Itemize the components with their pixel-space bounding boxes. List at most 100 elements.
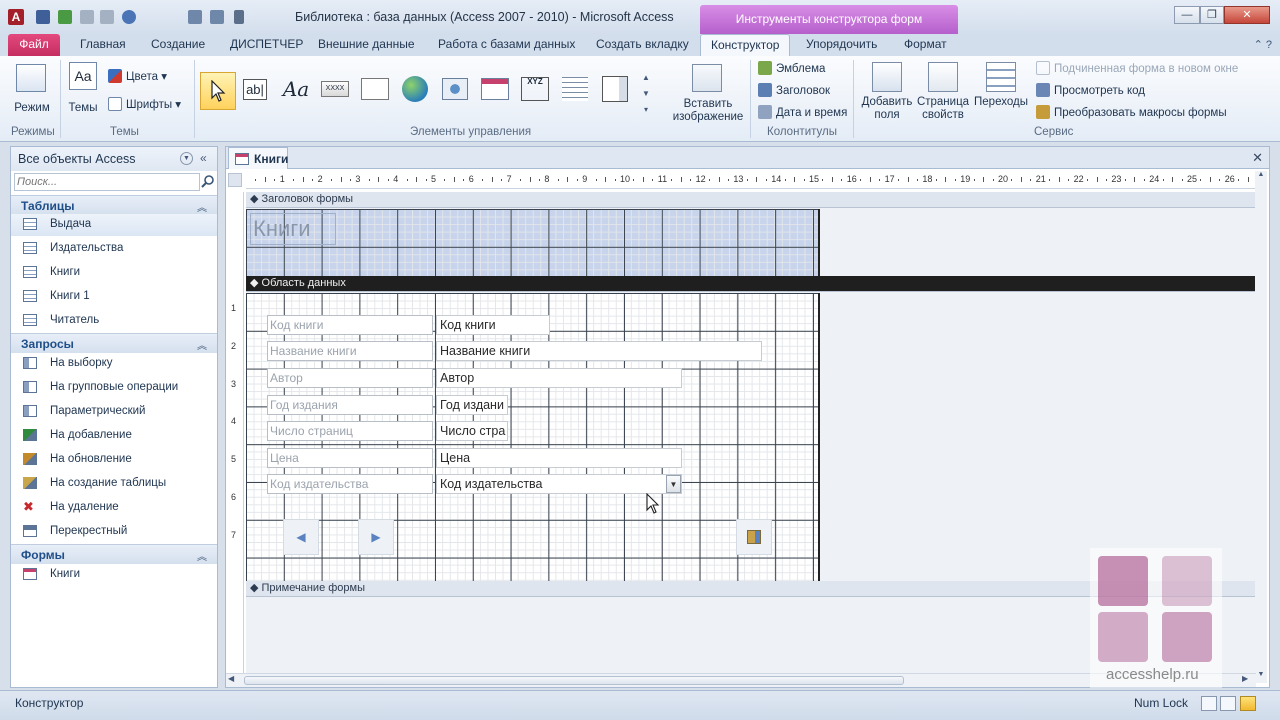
nav-query-item[interactable]: На добавление [11, 425, 217, 447]
nav-section-tables[interactable]: Таблицы ︽ [11, 195, 217, 215]
nav-section-forms[interactable]: Формы ︽ [11, 544, 217, 564]
nav-table-item[interactable]: Книги 1 [11, 286, 217, 308]
form-view-icon[interactable] [1201, 696, 1217, 711]
label-control-button[interactable]: Aa [281, 74, 311, 104]
vertical-scrollbar[interactable]: ▲ ▼ [1255, 171, 1267, 683]
tab-external-data[interactable]: Внешние данные [308, 34, 425, 56]
scroll-down-arrow[interactable]: ▼ [1255, 671, 1267, 683]
add-fields-button[interactable]: Добавить поля [858, 60, 916, 122]
colors-button[interactable]: Цвета ▾ [108, 68, 167, 86]
view-button[interactable]: Режим [10, 62, 54, 120]
collapse-chevron-icon[interactable]: ︽ [197, 199, 207, 214]
convert-macros-button[interactable]: Преобразовать макросы формы [1036, 104, 1227, 122]
nav-query-item[interactable]: На обновление [11, 449, 217, 471]
nav-table-item[interactable]: Читатель [11, 310, 217, 332]
design-view-icon[interactable] [1240, 696, 1256, 711]
nav-query-item[interactable]: На создание таблицы [11, 473, 217, 495]
field-label-pages[interactable]: Число страниц [267, 421, 433, 441]
minimize-button[interactable]: — [1174, 6, 1200, 24]
scroll-up-arrow[interactable]: ▲ [1255, 171, 1267, 183]
next-record-button[interactable]: ▶ [358, 519, 394, 555]
detail-grid[interactable]: Код книги Код книги Название книги Назва… [246, 293, 820, 581]
textbox-pages[interactable]: Число стра [436, 421, 508, 441]
subform-new-window-button[interactable]: Подчиненная форма в новом окне [1036, 60, 1238, 78]
nav-table-item[interactable]: Издательства [11, 238, 217, 260]
scroll-right-arrow[interactable]: ▶ [1242, 674, 1248, 683]
field-label-price[interactable]: Цена [267, 448, 433, 468]
tab-format[interactable]: Формат [894, 34, 957, 56]
tab-order-button[interactable]: Переходы [972, 60, 1030, 122]
tab-home[interactable]: Главная [70, 34, 136, 56]
nav-section-queries[interactable]: Запросы ︽ [11, 333, 217, 353]
help-icon[interactable]: ⌃ ? [1254, 38, 1272, 51]
nav-query-item[interactable]: На выборку [11, 353, 217, 375]
field-label-book-code[interactable]: Код книги [267, 315, 433, 335]
collapse-chevron-icon[interactable]: ︽ [197, 548, 207, 563]
tab-switchboard[interactable]: ДИСПЕТЧЕР [220, 34, 313, 56]
scroll-thumb[interactable] [244, 676, 904, 685]
property-sheet-button[interactable]: Страница свойств [914, 60, 972, 122]
webbrowser-control-button[interactable] [440, 74, 470, 104]
qat-print-icon[interactable] [80, 10, 94, 24]
field-label-author[interactable]: Автор [267, 368, 433, 388]
section-bar-form-header[interactable]: ◆ Заголовок формы [246, 192, 1256, 208]
tab-create[interactable]: Создание [141, 34, 215, 56]
qat-form-icon[interactable] [210, 10, 224, 24]
textbox-book-code[interactable]: Код книги [436, 315, 550, 335]
nav-pane-header[interactable]: Все объекты Access ▼ « [11, 147, 217, 171]
combobox-control-button[interactable] [600, 74, 630, 104]
document-tab[interactable]: Книги [228, 147, 288, 169]
scroll-left-arrow[interactable]: ◀ [228, 674, 234, 683]
access-app-icon[interactable]: A [8, 9, 24, 25]
page-break-button[interactable] [560, 74, 590, 104]
field-label-book-title[interactable]: Название книги [267, 341, 433, 361]
collapse-chevron-icon[interactable]: ︽ [197, 337, 207, 352]
form-header-grid[interactable]: Книги [246, 209, 820, 276]
ruler-corner[interactable] [228, 173, 242, 187]
textbox-author[interactable]: Автор [436, 368, 682, 388]
qat-view-icon[interactable] [188, 10, 202, 24]
nav-query-item[interactable]: Параметрический [11, 401, 217, 423]
close-document-icon[interactable]: ✕ [1252, 150, 1263, 166]
button-control-button[interactable]: XXXX [320, 74, 350, 104]
insert-image-button[interactable]: Вставить изображение [670, 62, 746, 123]
themes-button[interactable]: Aa Темы [64, 60, 102, 120]
previous-record-button[interactable]: ◀ [283, 519, 319, 555]
tab-arrange[interactable]: Упорядочить [796, 34, 887, 56]
qat-spell-icon[interactable] [100, 10, 114, 24]
tab-control-button[interactable] [360, 74, 390, 104]
field-label-year[interactable]: Год издания [267, 395, 433, 415]
save-icon[interactable] [36, 10, 50, 24]
textbox-control-button[interactable]: ab| [240, 74, 270, 104]
nav-form-item[interactable]: Книги [11, 564, 217, 586]
vertical-ruler[interactable]: 1 2 3 4 5 6 7 [226, 192, 244, 682]
title-button[interactable]: Заголовок [758, 82, 830, 100]
controls-more-button[interactable]: ▲ ▼ ▾ [640, 70, 652, 120]
maximize-button[interactable]: ❐ [1200, 6, 1224, 24]
combobox-dropdown-arrow[interactable]: ▼ [666, 475, 681, 493]
nav-collapse-icon[interactable]: « [200, 151, 207, 165]
form-title-label[interactable]: Книги [250, 213, 336, 245]
option-group-button[interactable]: XYZ [520, 74, 550, 104]
fonts-button[interactable]: Шрифты ▾ [108, 96, 181, 114]
horizontal-ruler[interactable]: 1 2 3 4 5 6 7 8 9 10 11 12 13 14 15 16 17 18 19 20 21 22 23 24 2… [246, 171, 1256, 189]
close-form-button[interactable] [736, 519, 772, 555]
section-bar-detail[interactable]: ◆ Область данных [246, 276, 1256, 292]
logo-button[interactable]: Эмблема [758, 60, 825, 78]
field-label-publisher-code[interactable]: Код издательства [267, 474, 433, 494]
qat-customize-icon[interactable] [234, 10, 244, 24]
navigation-control-button[interactable] [480, 74, 510, 104]
nav-query-item[interactable]: На групповые операции [11, 377, 217, 399]
nav-search-input[interactable] [14, 173, 200, 191]
hyperlink-control-button[interactable] [400, 74, 430, 104]
undo-icon[interactable] [122, 10, 136, 24]
date-time-button[interactable]: Дата и время [758, 104, 847, 122]
textbox-book-title[interactable]: Название книги [436, 341, 762, 361]
qat-green-icon[interactable] [58, 10, 72, 24]
tab-design[interactable]: Конструктор [700, 34, 791, 56]
tab-database-tools[interactable]: Работа с базами данных [428, 34, 585, 56]
combobox-publisher-code[interactable]: Код издательства [436, 474, 682, 494]
layout-view-icon[interactable] [1220, 696, 1236, 711]
select-pointer-button[interactable] [200, 72, 236, 110]
nav-query-item[interactable]: Перекрестный [11, 521, 217, 543]
